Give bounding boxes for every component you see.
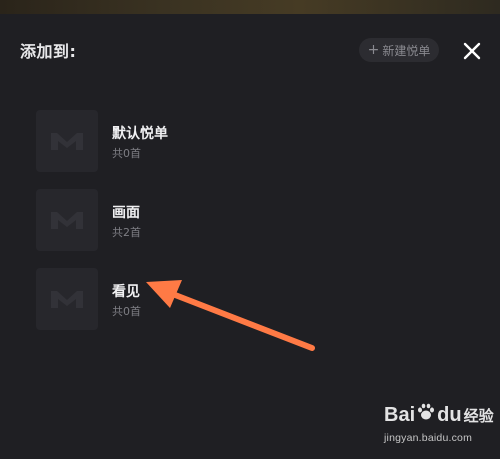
m-logo-icon bbox=[51, 291, 83, 308]
m-logo-icon bbox=[51, 212, 83, 229]
baidu-jingyan-watermark: Bai du 经验 jingyan.baidu.com bbox=[384, 402, 496, 452]
new-playlist-label: 新建悦单 bbox=[382, 43, 431, 58]
sheet-title: 添加到: bbox=[20, 42, 77, 61]
m-logo-icon bbox=[51, 133, 83, 150]
playlist-cover bbox=[36, 268, 98, 330]
background-video-strip bbox=[0, 0, 500, 14]
playlist-count: 共2首 bbox=[112, 226, 141, 239]
playlist-name: 默认悦单 bbox=[112, 126, 168, 142]
watermark-url: jingyan.baidu.com bbox=[384, 432, 473, 444]
add-to-sheet: 添加到: + 新建悦单 默认悦单 共0首 画面 共2首 看见 共0首 bbox=[0, 14, 500, 459]
watermark-brand-left: Bai bbox=[384, 403, 416, 426]
add-to-playlist-screen: 添加到: + 新建悦单 默认悦单 共0首 画面 共2首 看见 共0首 Bai d… bbox=[0, 0, 500, 459]
playlist-cover bbox=[36, 189, 98, 251]
playlist-name: 画面 bbox=[112, 205, 140, 221]
plus-icon: + bbox=[367, 42, 380, 58]
playlist-item-huamian[interactable]: 画面 共2首 bbox=[36, 189, 336, 251]
playlist-count: 共0首 bbox=[112, 147, 141, 160]
sheet-header: 添加到: + 新建悦单 bbox=[0, 14, 500, 86]
playlist-item-default[interactable]: 默认悦单 共0首 bbox=[36, 110, 336, 172]
playlist-count: 共0首 bbox=[112, 305, 141, 318]
playlist-name: 看见 bbox=[112, 284, 140, 300]
watermark-brand-cn: 经验 bbox=[463, 406, 494, 425]
annotation-arrow-icon bbox=[146, 280, 315, 351]
playlist-cover bbox=[36, 110, 98, 172]
watermark-brand: Bai du 经验 bbox=[384, 402, 494, 428]
paw-icon bbox=[416, 402, 436, 428]
new-playlist-button[interactable]: + 新建悦单 bbox=[359, 38, 439, 62]
watermark-brand-right: du bbox=[437, 403, 462, 426]
close-button[interactable] bbox=[460, 39, 484, 63]
close-icon bbox=[463, 42, 481, 60]
